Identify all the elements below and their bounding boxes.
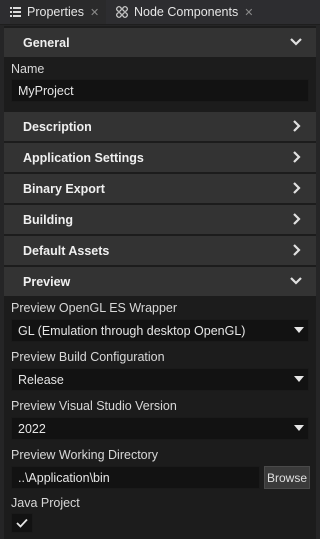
- java-project-checkbox[interactable]: [11, 513, 33, 533]
- working-dir-label: Preview Working Directory: [11, 448, 159, 462]
- tab-node-components-label: Node Components: [134, 5, 239, 19]
- section-application-settings[interactable]: Application Settings: [4, 143, 316, 172]
- opengl-wrapper-label: Preview OpenGL ES Wrapper: [11, 301, 178, 315]
- components-icon: [116, 6, 128, 18]
- dropdown-arrow-icon: [294, 376, 304, 382]
- working-dir-value: ..\Application\bin: [18, 470, 110, 485]
- build-config-value: Release: [18, 372, 64, 387]
- name-input[interactable]: MyProject: [11, 79, 309, 102]
- section-building[interactable]: Building: [4, 205, 316, 234]
- tab-properties-label: Properties: [27, 5, 84, 19]
- vs-version-dropdown[interactable]: 2022: [11, 417, 309, 440]
- build-config-label: Preview Build Configuration: [11, 350, 165, 364]
- tab-properties[interactable]: Properties ✕: [10, 0, 106, 24]
- section-binary-export-label: Binary Export: [23, 181, 105, 196]
- dropdown-arrow-icon: [294, 327, 304, 333]
- checkmark-icon: [16, 518, 28, 528]
- tab-node-components[interactable]: Node Components ✕: [116, 0, 266, 24]
- section-application-settings-label: Application Settings: [23, 150, 144, 165]
- section-general-label: General: [23, 35, 70, 50]
- close-icon[interactable]: ✕: [90, 6, 99, 19]
- chevron-right-icon: [293, 182, 301, 194]
- list-icon: [10, 7, 21, 17]
- tab-bar: Properties ✕ Node Components ✕: [0, 0, 320, 25]
- dropdown-arrow-icon: [294, 425, 304, 431]
- chevron-right-icon: [293, 244, 301, 256]
- vs-version-value: 2022: [18, 421, 46, 436]
- section-default-assets-label: Default Assets: [23, 243, 110, 258]
- chevron-right-icon: [293, 120, 301, 132]
- working-dir-input[interactable]: ..\Application\bin: [11, 466, 260, 489]
- java-project-label: Java Project: [11, 496, 80, 510]
- browse-button[interactable]: Browse: [264, 466, 310, 489]
- vs-version-label: Preview Visual Studio Version: [11, 399, 177, 413]
- name-label: Name: [11, 62, 45, 76]
- section-preview-label: Preview: [23, 274, 71, 289]
- chevron-right-icon: [293, 151, 301, 163]
- section-preview[interactable]: Preview: [4, 267, 316, 296]
- section-general[interactable]: General: [4, 28, 316, 57]
- name-input-value: MyProject: [18, 83, 74, 98]
- section-default-assets[interactable]: Default Assets: [4, 236, 316, 265]
- close-icon[interactable]: ✕: [244, 6, 253, 19]
- section-binary-export[interactable]: Binary Export: [4, 174, 316, 203]
- section-description[interactable]: Description: [4, 112, 316, 141]
- section-building-label: Building: [23, 212, 73, 227]
- chevron-down-icon: [290, 277, 302, 285]
- chevron-down-icon: [290, 38, 302, 46]
- opengl-wrapper-value: GL (Emulation through desktop OpenGL): [18, 323, 246, 338]
- build-config-dropdown[interactable]: Release: [11, 368, 309, 391]
- chevron-right-icon: [293, 213, 301, 225]
- section-description-label: Description: [23, 119, 92, 134]
- opengl-wrapper-dropdown[interactable]: GL (Emulation through desktop OpenGL): [11, 319, 309, 342]
